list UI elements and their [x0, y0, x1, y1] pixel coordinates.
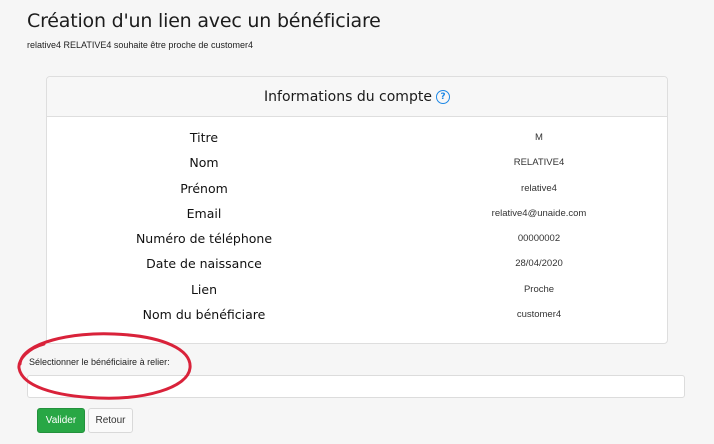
info-row-prenom: Prénom relative4 — [47, 181, 667, 206]
card-title: Informations du compte — [264, 88, 432, 105]
back-button[interactable]: Retour — [88, 408, 133, 433]
info-label: Prénom — [180, 180, 228, 196]
info-row-titre: Titre M — [47, 130, 667, 155]
info-row-email: Email relative4@unaide.com — [47, 206, 667, 231]
beneficiary-select[interactable] — [27, 375, 685, 398]
card-header: Informations du compte ? — [47, 77, 667, 117]
info-value: Proche — [523, 283, 555, 295]
info-label: Numéro de téléphone — [135, 231, 273, 247]
info-label: Nom du bénéficiare — [142, 307, 266, 323]
info-label: Nom — [189, 155, 219, 171]
page-subtitle: relative4 RELATIVE4 souhaite être proche… — [27, 40, 253, 50]
info-label: Email — [186, 205, 222, 221]
info-value: relative4 — [521, 182, 557, 194]
info-label: Titre — [189, 130, 219, 145]
info-value: RELATIVE4 — [513, 157, 565, 169]
page-title: Création d'un lien avec un bénéficiare — [27, 10, 381, 32]
info-value: customer4 — [516, 309, 562, 321]
info-label: Lien — [190, 281, 218, 297]
validate-button[interactable]: Valider — [37, 408, 85, 433]
info-row-nom: Nom RELATIVE4 — [47, 155, 667, 180]
account-info-card: Informations du compte ? Titre M Nom REL… — [46, 76, 668, 344]
info-value: 00000002 — [517, 233, 561, 245]
info-value: relative4@unaide.com — [491, 207, 587, 219]
beneficiary-select-label: Sélectionner le bénéficiaire à relier: — [29, 357, 170, 367]
info-row-lien: Lien Proche — [47, 282, 667, 307]
info-row-beneficiaire: Nom du bénéficiare customer4 — [47, 307, 667, 332]
info-row-telephone: Numéro de téléphone 00000002 — [47, 231, 667, 256]
info-label: Date de naissance — [146, 256, 262, 272]
info-value: M — [535, 132, 543, 143]
info-value: 28/04/2020 — [515, 258, 563, 270]
help-icon[interactable]: ? — [435, 89, 450, 104]
info-table: Titre M Nom RELATIVE4 Prénom relative4 E… — [47, 130, 667, 332]
info-row-date-naissance: Date de naissance 28/04/2020 — [47, 256, 667, 281]
